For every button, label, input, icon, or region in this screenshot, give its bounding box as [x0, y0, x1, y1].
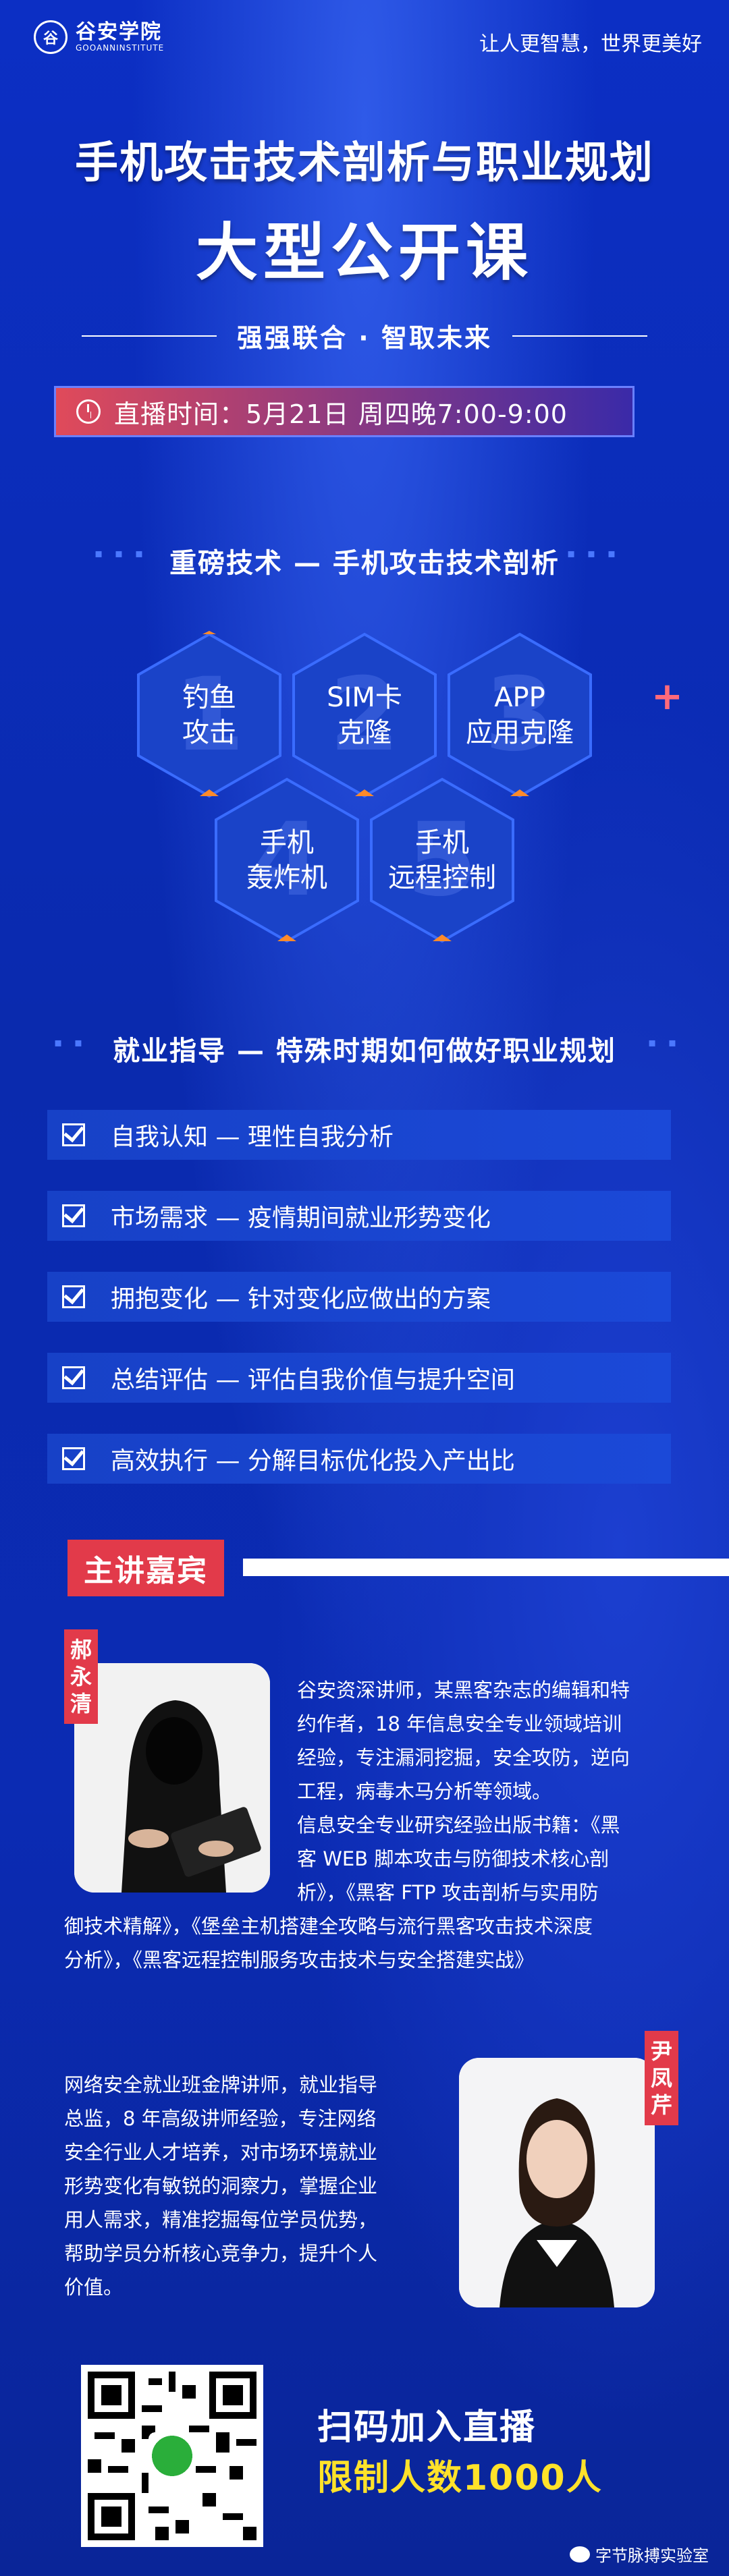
- section-bar: [243, 1559, 729, 1576]
- bio-line: 价值。: [64, 2276, 124, 2299]
- speaker2-name: 尹 凤 芹: [645, 2031, 678, 2125]
- list-item: 自我认知 — 理性自我分析: [47, 1110, 671, 1160]
- tagline-row: 强强联合 · 智取未来: [0, 317, 729, 354]
- topic-label: SIM卡 克隆: [327, 682, 402, 748]
- topic-hex-4: 4 手机 轰炸机: [213, 776, 361, 945]
- slogan: 让人更智慧，世界更美好: [479, 32, 702, 56]
- bio-line: 客 WEB 脚本攻击与防御技术核心剖: [297, 1847, 610, 1870]
- footer-account: 字节脉搏实验室: [570, 2542, 709, 2566]
- list-item-text: 自我认知 — 理性自我分析: [111, 1123, 394, 1151]
- bio-line: 用人需求，精准挖掘每位学员优势，: [64, 2208, 378, 2231]
- main-subtitle: 大型公开课: [195, 217, 533, 289]
- bio-line: 御技术精解》，《堡垒主机搭建全攻略与流行黑客攻击技术深度: [64, 1915, 593, 1938]
- clock-icon: [76, 399, 101, 424]
- bio-line: 分析》，《黑客远程控制服务攻击技术与安全搭建实战》: [64, 1949, 535, 1971]
- topic-label: 钓鱼 攻击: [182, 682, 236, 748]
- topic-hex-5: 5 手机 远程控制: [368, 776, 516, 945]
- topic-hex-2: 2 SIM卡 克隆: [290, 631, 439, 800]
- cta-limit: 限制人数1000人: [317, 2458, 603, 2498]
- checkbox-icon: [62, 1285, 85, 1308]
- bio-line: 经验，专注漏洞挖掘，安全攻防，逆向: [297, 1746, 630, 1769]
- topic-hex-3: 3 APP 应用克隆: [446, 631, 594, 800]
- logo-mark-icon: 谷: [34, 20, 68, 54]
- bio-line: 信息安全专业研究经验出版书籍：《黑: [297, 1814, 620, 1837]
- checkbox-icon: [62, 1204, 85, 1227]
- speaker2-bio: 网络安全就业班金牌讲师，就业指导 总监，8 年高级讲师经验，专注网络 安全行业人…: [64, 2068, 442, 2304]
- guests-tag: 主讲嘉宾: [68, 1540, 224, 1596]
- bio-line: 帮助学员分析核心竞争力，提升个人: [64, 2242, 378, 2265]
- topic-label: APP 应用克隆: [466, 682, 574, 748]
- list-item-text: 高效执行 — 分解目标优化投入产出比: [111, 1447, 515, 1475]
- bio-line: 总监，8 年高级讲师经验，专注网络: [64, 2107, 377, 2130]
- list-item: 总结评估 — 评估自我价值与提升空间: [47, 1353, 671, 1403]
- list-item: 拥抱变化 — 针对变化应做出的方案: [47, 1272, 671, 1322]
- main-title: 手机攻击技术剖析与职业规划: [75, 138, 654, 188]
- section1-title: 重磅技术 — 手机攻击技术剖析: [169, 548, 560, 579]
- cta-join-live: 扫码加入直播: [317, 2407, 537, 2448]
- list-item: 高效执行 — 分解目标优化投入产出比: [47, 1434, 671, 1484]
- list-item-text: 市场需求 — 疫情期间就业形势变化: [111, 1204, 491, 1232]
- speaker1-name: 郝 永 清: [64, 1629, 98, 1724]
- topic-label: 手机 轰炸机: [246, 827, 327, 893]
- divider-line: [512, 335, 647, 337]
- logo: 谷 谷安学院 GOOANNINSTITUTE: [34, 20, 164, 54]
- tagline: 强强联合 · 智取未来: [237, 323, 492, 353]
- checkbox-icon: [62, 1447, 85, 1470]
- speaker2-photo: [459, 2058, 655, 2307]
- bio-line: 形势变化有敏锐的洞察力，掌握企业: [64, 2175, 378, 2197]
- live-time-text: 直播时间：5月21日 周四晚7:00-9:00: [114, 399, 568, 429]
- topic-label: 手机 远程控制: [388, 827, 496, 893]
- bio-line: 谷安资深讲师，某黑客杂志的编辑和特: [297, 1679, 630, 1702]
- section2-title: 就业指导 — 特殊时期如何做好职业规划: [113, 1036, 616, 1067]
- bio-line: 工程，病毒木马分析等领域。: [297, 1780, 552, 1803]
- bio-line: 析》，《黑客 FTP 攻击剖析与实用防: [297, 1881, 599, 1904]
- bio-line: 安全行业人才培养，对市场环境就业: [64, 2141, 378, 2164]
- qr-code[interactable]: [81, 2365, 263, 2547]
- speaker1-photo: [74, 1663, 270, 1893]
- checkbox-icon: [62, 1123, 85, 1146]
- speaker1-bio-continued: 御技术精解》，《堡垒主机搭建全攻略与流行黑客攻击技术深度 分析》，《黑客远程控制…: [64, 1909, 705, 1977]
- bio-line: 约作者，18 年信息安全专业领域培训: [297, 1712, 622, 1735]
- divider-line: [82, 335, 217, 337]
- plus-decor-icon: +: [651, 675, 683, 719]
- speaker1-bio: 谷安资深讲师，某黑客杂志的编辑和特 约作者，18 年信息安全专业领域培训 经验，…: [297, 1673, 702, 1909]
- wechat-icon: [570, 2546, 590, 2563]
- list-item-text: 拥抱变化 — 针对变化应做出的方案: [111, 1285, 491, 1313]
- checkbox-icon: [62, 1366, 85, 1389]
- live-time-banner: 直播时间：5月21日 周四晚7:00-9:00: [54, 386, 634, 437]
- topic-hex-1: 1 钓鱼 攻击: [135, 631, 284, 800]
- footer-account-name: 字节脉搏实验室: [595, 2546, 709, 2565]
- logo-name: 谷安学院: [76, 20, 162, 44]
- bio-line: 网络安全就业班金牌讲师，就业指导: [64, 2073, 378, 2096]
- list-item-text: 总结评估 — 评估自我价值与提升空间: [111, 1366, 515, 1394]
- list-item: 市场需求 — 疫情期间就业形势变化: [47, 1191, 671, 1241]
- logo-subtitle: GOOANNINSTITUTE: [76, 43, 165, 53]
